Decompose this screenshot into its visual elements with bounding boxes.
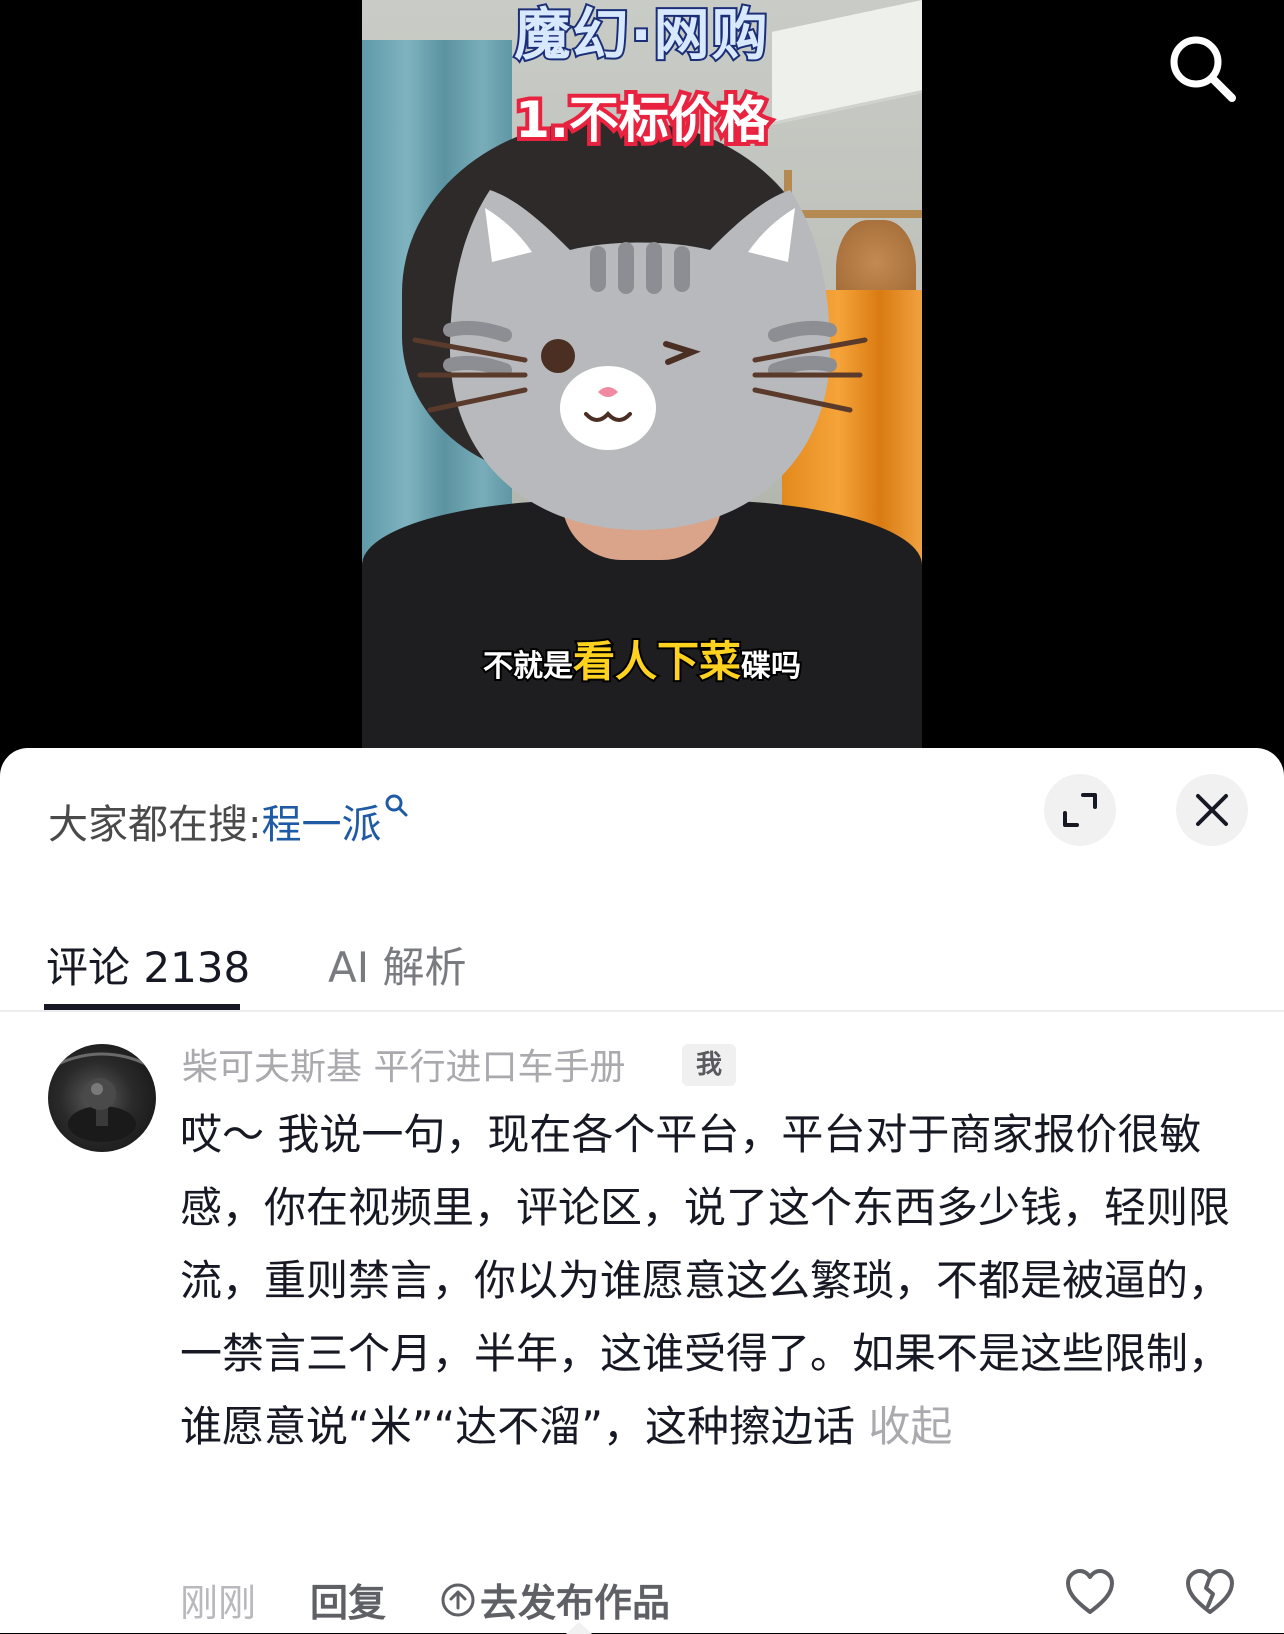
comment-text: 哎～ 我说一句，现在各个平台，平台对于商家报价很敏感，你在视频里，评论区，说了这… [180,1098,1240,1463]
caption-highlight: 看人下菜 [571,635,743,688]
publish-work-label: 去发布作品 [480,1581,671,1625]
video-title-overlay: 魔幻·网购 [512,1,770,70]
broken-heart-icon[interactable] [1184,1568,1236,1618]
video-subtitle-overlay: 1.不标价格 [511,87,773,153]
active-tab-indicator [44,1004,240,1010]
hot-search-label: 大家都在搜: [48,802,262,848]
gear-shifter-image [57,1052,147,1142]
collapse-link[interactable]: 收起 [868,1402,952,1451]
comment-body: 哎～ 我说一句，现在各个平台，平台对于商家报价很敏感，你在视频里，评论区，说了这… [180,1110,1231,1451]
caption-pre: 不就是 [481,647,575,686]
expand-button[interactable] [1044,774,1116,846]
tab-ai-analysis[interactable]: AI 解析 [328,934,466,995]
cat-face-sticker [412,190,868,530]
me-badge: 我 [682,1044,737,1086]
comment-username[interactable]: 柴可夫斯基 平行进口车手册 [182,1038,625,1090]
tab-comments[interactable]: 评论 2138 [46,934,250,995]
search-icon [385,794,408,817]
video-player[interactable]: 魔幻·网购 1.不标价格 不就是看人下菜碟吗 [0,0,1284,760]
caret-up-icon [566,1622,592,1634]
avatar[interactable] [48,1044,156,1152]
close-button[interactable] [1176,774,1248,846]
heart-icon[interactable] [1064,1568,1116,1618]
comment-sheet: 大家都在搜:程一派 评论 2138 AI 解析 柴可夫斯基 平行进口车手册 我 … [0,748,1284,1634]
video-frame[interactable]: 魔幻·网购 1.不标价格 不就是看人下菜碟吗 [362,0,922,748]
hot-search-bar[interactable]: 大家都在搜:程一派 [48,792,409,850]
hot-search-keyword[interactable]: 程一派 [261,802,381,848]
expand-icon [1063,793,1097,827]
caption-post: 碟吗 [739,647,803,686]
upload-icon [441,1583,475,1616]
search-icon[interactable] [1166,32,1238,104]
close-icon [1196,794,1228,826]
comment-time: 刚刚 [180,1581,257,1625]
reply-button[interactable]: 回复 [310,1572,386,1627]
publish-work-button[interactable]: 去发布作品 [440,1572,670,1627]
video-caption: 不就是看人下菜碟吗 [362,628,922,689]
tab-bar: 评论 2138 AI 解析 [0,904,1284,1012]
